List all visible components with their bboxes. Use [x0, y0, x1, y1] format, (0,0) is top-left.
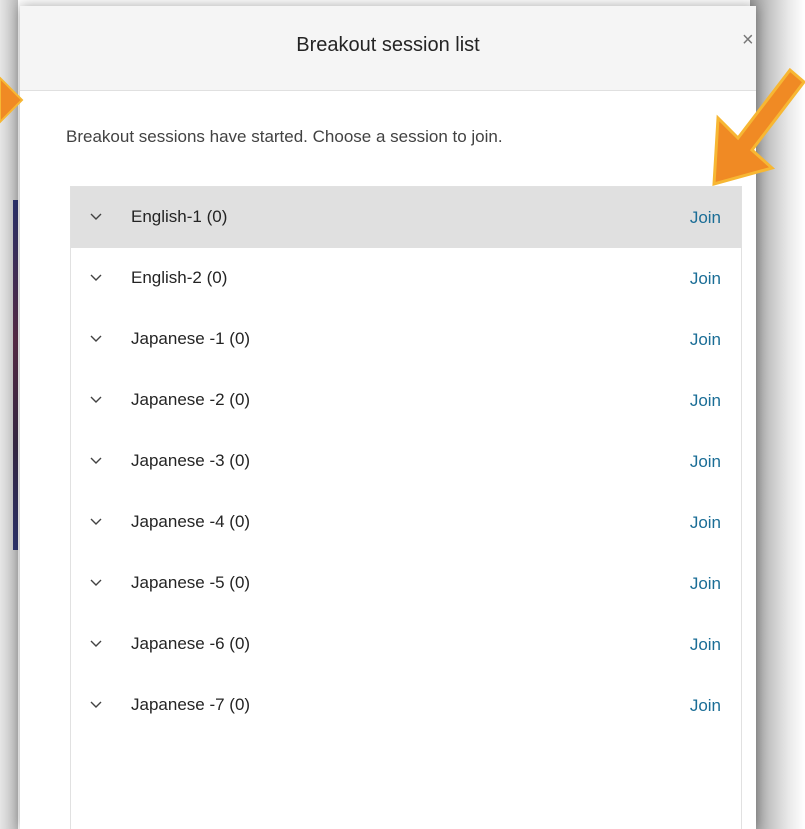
join-button[interactable]: Join [690, 452, 721, 472]
close-icon[interactable]: × [742, 30, 756, 50]
session-row-japanese-7[interactable]: Japanese -7 (0) Join [71, 675, 741, 736]
session-name: Japanese -6 (0) [131, 634, 251, 653]
session-row-japanese-1[interactable]: Japanese -1 (0) Join [71, 309, 741, 370]
session-row-japanese-6[interactable]: Japanese -6 (0) Join [71, 614, 741, 675]
instructions-text: Breakout sessions have started. Choose a… [66, 127, 503, 146]
chevron-down-icon[interactable] [89, 697, 103, 711]
join-button[interactable]: Join [690, 208, 721, 228]
chevron-down-icon[interactable] [89, 453, 103, 467]
session-name: English-2 (0) [131, 268, 228, 287]
session-list: English-1 (0) Join English-2 (0) Join Ja… [70, 186, 742, 829]
session-name: Japanese -5 (0) [131, 573, 251, 592]
session-name: Japanese -1 (0) [131, 329, 251, 348]
session-name: Japanese -3 (0) [131, 451, 251, 470]
session-row-japanese-3[interactable]: Japanese -3 (0) Join [71, 431, 741, 492]
arrow-icon [0, 76, 24, 124]
chevron-down-icon[interactable] [89, 270, 103, 284]
background-video-edge [13, 200, 18, 550]
session-name: Japanese -2 (0) [131, 390, 251, 409]
session-row-japanese-2[interactable]: Japanese -2 (0) Join [71, 370, 741, 431]
join-button[interactable]: Join [690, 574, 721, 594]
session-row-english-1[interactable]: English-1 (0) Join [71, 187, 741, 248]
session-name: English-1 (0) [131, 207, 228, 226]
join-button[interactable]: Join [690, 513, 721, 533]
join-button[interactable]: Join [690, 269, 721, 289]
session-row-japanese-5[interactable]: Japanese -5 (0) Join [71, 553, 741, 614]
breakout-session-dialog: Breakout session list × Breakout session… [20, 6, 756, 829]
chevron-down-icon[interactable] [89, 331, 103, 345]
session-name: Japanese -7 (0) [131, 695, 251, 714]
join-button[interactable]: Join [690, 635, 721, 655]
chevron-down-icon[interactable] [89, 575, 103, 589]
session-row-japanese-4[interactable]: Japanese -4 (0) Join [71, 492, 741, 553]
join-button[interactable]: Join [690, 330, 721, 350]
chevron-down-icon[interactable] [89, 392, 103, 406]
dialog-header: Breakout session list × [20, 6, 756, 91]
chevron-down-icon[interactable] [89, 636, 103, 650]
chevron-down-icon[interactable] [89, 514, 103, 528]
session-row-english-2[interactable]: English-2 (0) Join [71, 248, 741, 309]
chevron-down-icon[interactable] [89, 209, 103, 223]
join-button[interactable]: Join [690, 696, 721, 716]
dialog-title: Breakout session list [296, 34, 480, 56]
arrow-icon [712, 67, 805, 187]
session-name: Japanese -4 (0) [131, 512, 251, 531]
join-button[interactable]: Join [690, 391, 721, 411]
